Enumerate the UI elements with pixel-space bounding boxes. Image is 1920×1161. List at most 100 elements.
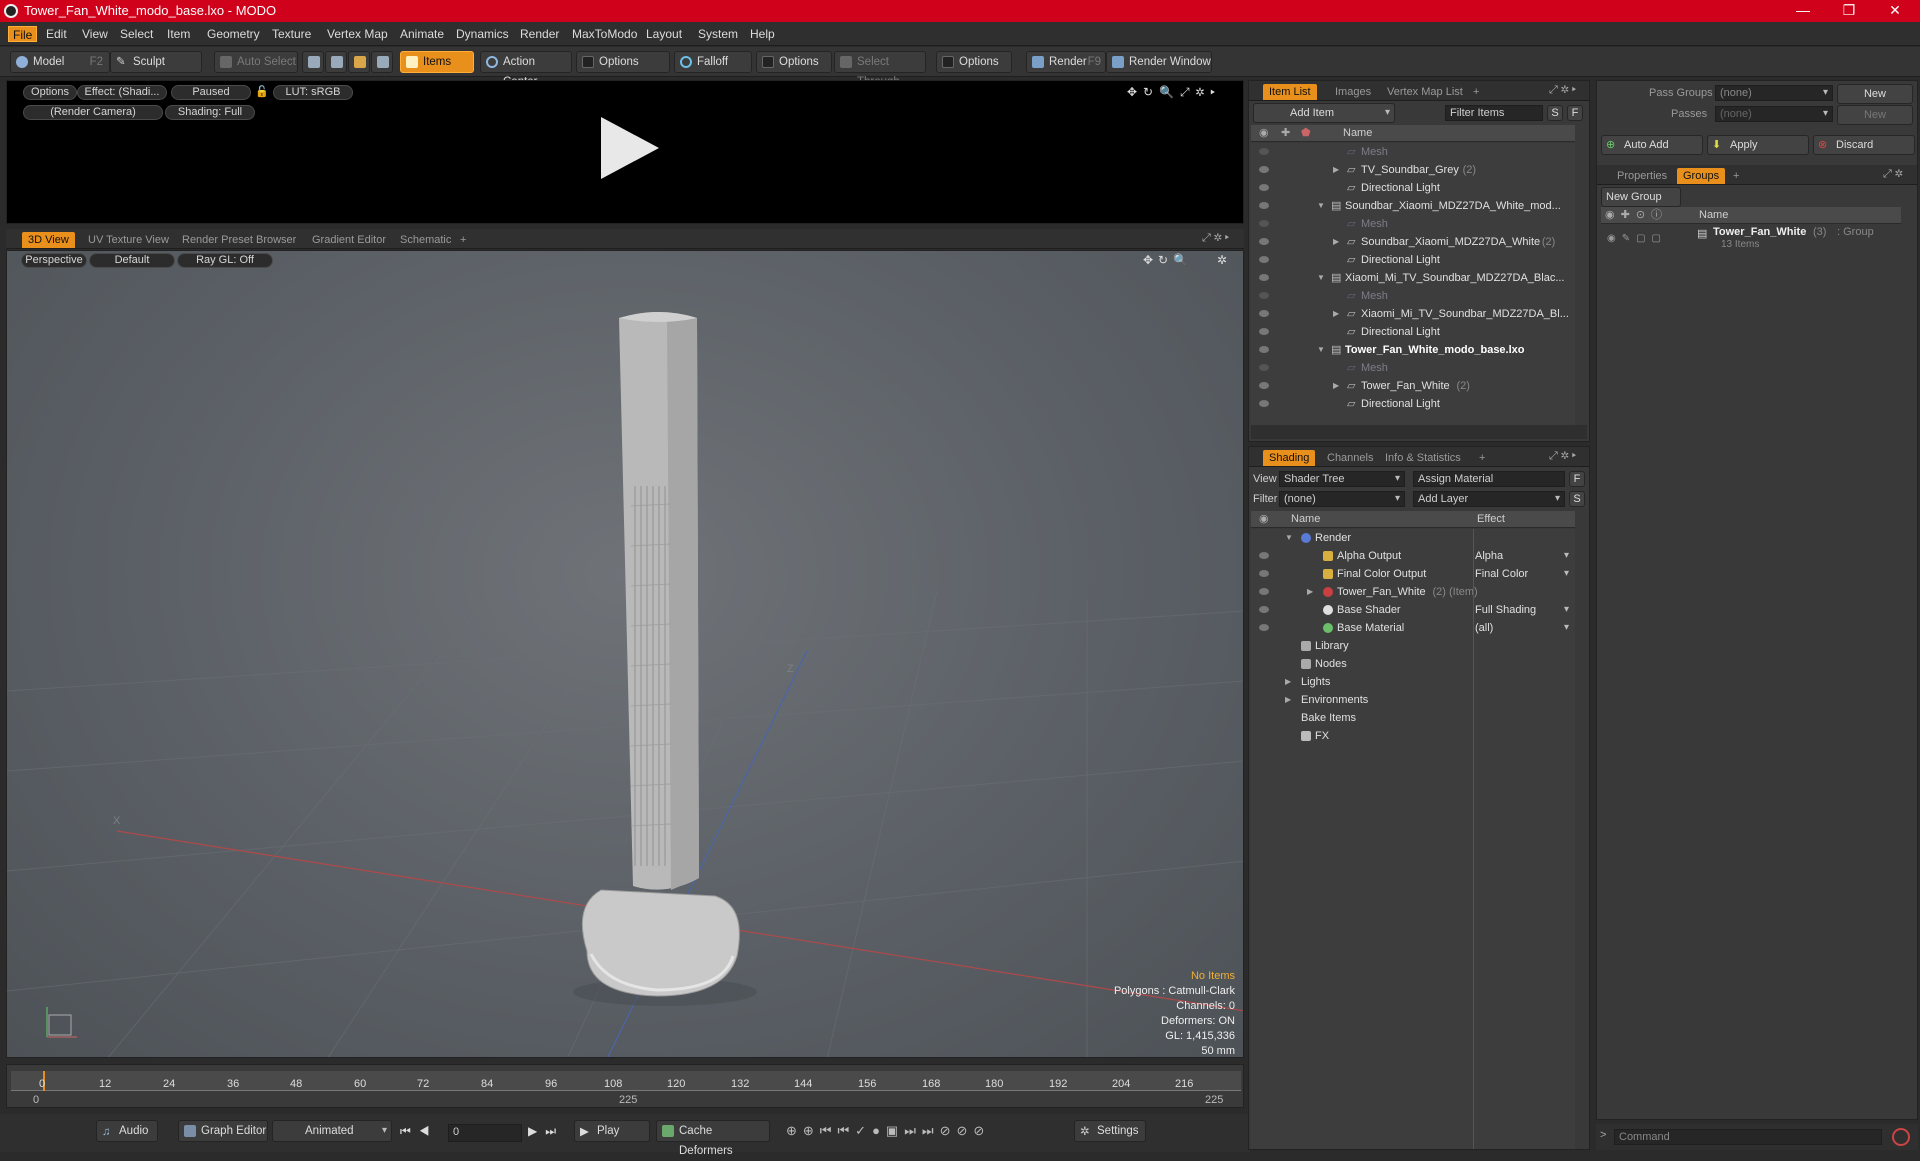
- tab-gradient-editor[interactable]: Gradient Editor: [306, 232, 392, 248]
- add-tab-button[interactable]: +: [454, 232, 472, 248]
- effect-dropdown[interactable]: (all): [1475, 619, 1573, 637]
- eye-icon[interactable]: [1259, 570, 1269, 577]
- effect-dropdown[interactable]: Full Shading: [1475, 601, 1573, 619]
- eye-icon[interactable]: [1259, 552, 1269, 559]
- eye-icon[interactable]: [1259, 184, 1269, 191]
- item-list-row[interactable]: ▱ Mesh: [1251, 359, 1575, 377]
- add-tab-button[interactable]: +: [1727, 168, 1745, 184]
- item-list-row[interactable]: ▶ ▱ TV_Soundbar_Grey (2): [1251, 161, 1575, 179]
- eye-icon[interactable]: [1259, 310, 1269, 317]
- menu-view[interactable]: View: [78, 26, 112, 42]
- skip-back-icons[interactable]: ⏮◀: [400, 1124, 438, 1139]
- menu-layout[interactable]: Layout: [642, 26, 686, 42]
- preview-effect-dropdown[interactable]: Effect: (Shadi...: [77, 85, 167, 100]
- menu-file[interactable]: File: [8, 26, 38, 42]
- preview-camera-dropdown[interactable]: (Render Camera): [23, 105, 163, 120]
- add-item-dropdown[interactable]: Add Item: [1253, 103, 1395, 123]
- item-list-row[interactable]: ▶ ▱ Soundbar_Xiaomi_MDZ27DA_White (2): [1251, 233, 1575, 251]
- effect-dropdown[interactable]: Final Color: [1475, 565, 1573, 583]
- shader-tree-row[interactable]: ▼ Render: [1251, 529, 1575, 547]
- model-mode-button[interactable]: Model F2: [10, 51, 110, 73]
- eye-icon[interactable]: [1259, 256, 1269, 263]
- select-through-button[interactable]: Select Through: [834, 51, 926, 88]
- edges-mode-button[interactable]: [325, 51, 347, 73]
- preview-paused-button[interactable]: Paused: [171, 85, 251, 100]
- item-list-row[interactable]: ▱ Directional Light: [1251, 395, 1575, 413]
- eye-icon[interactable]: [1259, 382, 1269, 389]
- group-row-icons[interactable]: ◉✎▢▢: [1607, 233, 1667, 244]
- raygl-dropdown[interactable]: Ray GL: Off: [177, 253, 273, 268]
- item-list-row[interactable]: ▱ Mesh: [1251, 143, 1575, 161]
- f-button[interactable]: F: [1569, 471, 1585, 487]
- eye-icon[interactable]: [1259, 364, 1269, 371]
- shader-tree-row[interactable]: Nodes: [1251, 655, 1575, 673]
- tab-channels[interactable]: Channels: [1321, 450, 1379, 466]
- sculpt-mode-button[interactable]: ✎ Sculpt: [110, 51, 202, 73]
- new-pass-group-button[interactable]: New: [1837, 84, 1913, 104]
- menu-help[interactable]: Help: [746, 26, 779, 42]
- 3d-viewport[interactable]: Perspective Default Ray GL: Off ✥↻🔍 ✲ Z …: [6, 250, 1244, 1058]
- lock-icon[interactable]: 🔓: [255, 85, 269, 98]
- filter-f-button[interactable]: F: [1567, 105, 1583, 121]
- eye-icon[interactable]: [1259, 274, 1269, 281]
- menu-geometry[interactable]: Geometry: [203, 26, 264, 42]
- tab-shading[interactable]: Shading: [1263, 450, 1316, 466]
- item-list-row[interactable]: ▼ ▤ Tower_Fan_White_modo_base.lxo: [1251, 341, 1575, 359]
- menu-maxtomodo[interactable]: MaxToModo: [568, 26, 641, 42]
- collapse-arrow-icon[interactable]: ▼: [1317, 269, 1325, 287]
- eye-icon[interactable]: [1259, 166, 1269, 173]
- preview-options-button[interactable]: Options: [23, 85, 77, 100]
- falloff-button[interactable]: Falloff: [674, 51, 752, 73]
- item-list-row[interactable]: ▱ Directional Light: [1251, 251, 1575, 269]
- cache-deformers-button[interactable]: Cache Deformers: [656, 1120, 770, 1157]
- auto-add-button[interactable]: ⊕ Auto Add: [1601, 135, 1703, 155]
- item-list-row[interactable]: ▱ Mesh: [1251, 215, 1575, 233]
- render-window-button[interactable]: Render Window: [1106, 51, 1212, 73]
- step-forward-icons[interactable]: ▶⏭: [528, 1124, 564, 1139]
- key-tools-icons[interactable]: ⊕⊕⏮⏮✓●▣⏭⏭⊘⊘⊘: [786, 1123, 990, 1139]
- render-button[interactable]: Render F9: [1026, 51, 1106, 73]
- viewport-settings-icon[interactable]: ✲: [1217, 253, 1227, 267]
- perspective-dropdown[interactable]: Perspective: [21, 253, 87, 268]
- filter-items-input[interactable]: Filter Items: [1445, 105, 1543, 121]
- menu-system[interactable]: System: [694, 26, 742, 42]
- falloff-options-button[interactable]: Options: [756, 51, 832, 73]
- animated-dropdown[interactable]: Animated: [272, 1120, 392, 1142]
- add-tab-button[interactable]: +: [1467, 84, 1485, 100]
- eye-icon[interactable]: [1259, 588, 1269, 595]
- shader-tree-row[interactable]: ▶ Lights: [1251, 673, 1575, 691]
- shader-tree-row[interactable]: Base Material (all): [1251, 619, 1575, 637]
- item-list-tree[interactable]: ▱ Mesh ▶ ▱ TV_Soundbar_Grey (2) ▱ Directional L…: [1251, 143, 1575, 425]
- item-list-row[interactable]: ▶ ▱ Tower_Fan_White (2): [1251, 377, 1575, 395]
- new-pass-button[interactable]: New: [1837, 105, 1913, 125]
- tower-fan-model[interactable]: [547, 306, 787, 1006]
- timeline-ruler[interactable]: 0 12 24 36 48 60 72 84 96 108 120 132 14…: [11, 1071, 1241, 1091]
- tab-item-list[interactable]: Item List: [1263, 84, 1317, 100]
- pass-groups-dropdown[interactable]: (none): [1715, 85, 1833, 101]
- viewport-nav-icons[interactable]: ✥↻🔍: [1143, 253, 1193, 267]
- shader-tree-row[interactable]: Bake Items: [1251, 709, 1575, 727]
- vertices-mode-button[interactable]: [302, 51, 324, 73]
- add-tab-button[interactable]: +: [1473, 450, 1491, 466]
- expand-arrow-icon[interactable]: ▶: [1333, 233, 1339, 251]
- group-row[interactable]: ◉✎▢▢ ▤ Tower_Fan_White (3) : Group 13 It…: [1601, 225, 1901, 253]
- preview-nav-icons[interactable]: ✥↻🔍⤢✲▸: [1127, 85, 1221, 100]
- item-list-row[interactable]: ▼ ▤ Soundbar_Xiaomi_MDZ27DA_White_mod...: [1251, 197, 1575, 215]
- settings-button[interactable]: ✲ Settings: [1074, 1120, 1146, 1142]
- action-center-button[interactable]: Action Center: [480, 51, 572, 88]
- materials-mode-button[interactable]: [371, 51, 393, 73]
- filter-s-button[interactable]: S: [1547, 105, 1563, 121]
- maximize-button[interactable]: ❐: [1826, 0, 1872, 22]
- menu-edit[interactable]: Edit: [42, 26, 71, 42]
- auto-select-button[interactable]: Auto Select: [214, 51, 298, 73]
- play-preview-icon[interactable]: [593, 113, 663, 183]
- effect-dropdown[interactable]: Alpha: [1475, 547, 1573, 565]
- eye-icon[interactable]: [1259, 346, 1269, 353]
- tab-uv-texture-view[interactable]: UV Texture View: [82, 232, 175, 248]
- expand-arrow-icon[interactable]: ▶: [1285, 691, 1291, 709]
- menu-texture[interactable]: Texture: [268, 26, 315, 42]
- discard-button[interactable]: ⊗ Discard: [1813, 135, 1915, 155]
- apply-button[interactable]: ⬇ Apply: [1707, 135, 1809, 155]
- close-button[interactable]: ✕: [1872, 0, 1918, 22]
- item-list-row[interactable]: ▱ Directional Light: [1251, 323, 1575, 341]
